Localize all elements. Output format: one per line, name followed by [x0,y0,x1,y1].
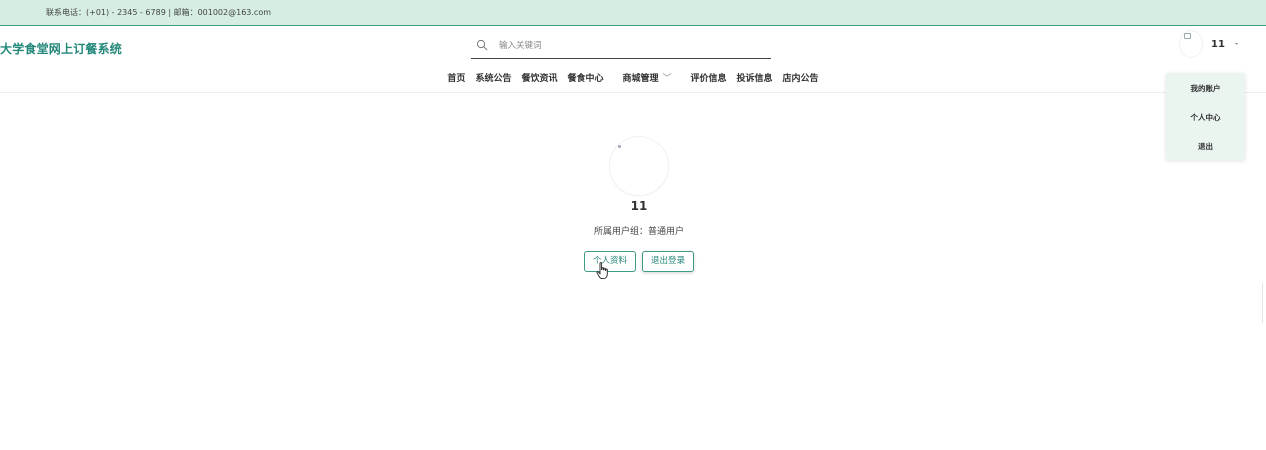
avatar[interactable] [1180,31,1202,57]
menu-item-my-account[interactable]: 我的账户 [1166,83,1245,94]
contact-info: 联系电话：(+01) - 2345 - 6789 | 邮箱：001002@163… [46,8,272,17]
site-header: 大学食堂网上订餐系统 11 - 首页 系统公告 餐饮资讯 餐食中心 商城管理﹀ … [0,27,1266,93]
hand-cursor-icon [596,262,608,280]
nav-item-system-notice[interactable]: 系统公告 [475,71,511,84]
chevron-down-icon: ﹀ [662,74,672,84]
username-label[interactable]: 11 [1211,39,1225,50]
nav-item-reviews[interactable]: 评价信息 [691,71,727,84]
top-info-bar: 联系电话：(+01) - 2345 - 6789 | 邮箱：001002@163… [0,0,1266,26]
scroll-edge [1262,283,1263,323]
menu-item-personal-center[interactable]: 个人中心 [1166,112,1245,123]
nav-item-meal-center[interactable]: 餐食中心 [567,71,603,84]
profile-button[interactable]: 个人资料 [584,251,636,272]
user-dropdown-menu: 我的账户 个人中心 退出 [1166,73,1245,160]
nav-item-mall-management[interactable]: 商城管理 ﹀ [622,71,671,84]
site-title[interactable]: 大学食堂网上订餐系统 [0,40,122,57]
profile-avatar [610,137,668,195]
nav-item-store-notice[interactable]: 店内公告 [783,71,819,84]
nav-item-food-news[interactable]: 餐饮资讯 [521,71,557,84]
search-input[interactable] [499,38,759,54]
user-group-label: 所属用户组：普通用户 [593,227,684,237]
main-nav: 首页 系统公告 餐饮资讯 餐食中心 商城管理 ﹀ 评价信息 投诉信息 店内公告 [0,71,1266,87]
menu-item-logout[interactable]: 退出 [1166,141,1245,152]
nav-item-complaints[interactable]: 投诉信息 [737,71,773,84]
profile-username: 11 [630,199,648,213]
search-box [471,35,771,59]
caret-icon[interactable]: - [1235,39,1238,49]
user-menu-trigger[interactable]: 11 - [1180,31,1250,59]
search-icon[interactable] [476,39,488,51]
logout-button[interactable]: 退出登录 [642,251,694,272]
nav-item-home[interactable]: 首页 [447,71,465,84]
